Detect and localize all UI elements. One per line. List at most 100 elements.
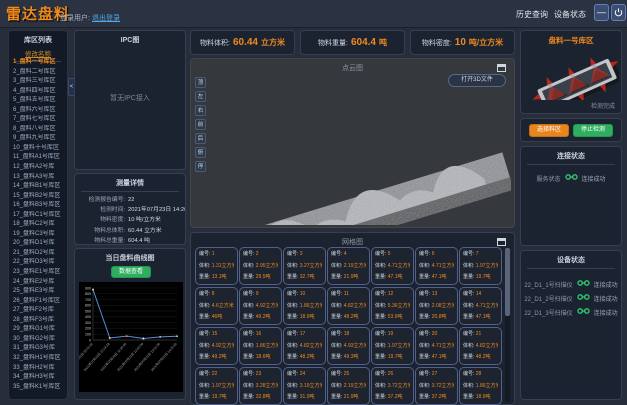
grid-cell[interactable]: 编号: 11 体积: 4.82立方米 重量: 48.2吨: [327, 287, 370, 325]
cell-weight-value: 19.7吨: [212, 394, 227, 400]
sidebar-item-warehouse[interactable]: 18_盘料C2号库: [9, 220, 67, 230]
grid-cell[interactable]: 编号: 20 体积: 4.71立方米 重量: 47.1吨: [415, 327, 458, 365]
grid-cell[interactable]: 编号: 9 体积: 4.92立方米 重量: 49.2吨: [239, 287, 282, 325]
cell-weight-label: 重量:: [243, 354, 254, 360]
grid-cell[interactable]: 编号: 3 体积: 3.27立方米 重量: 32.7吨: [283, 247, 326, 285]
grid-cell[interactable]: 编号: 25 体积: 2.19立方米 重量: 21.9吨: [327, 367, 370, 405]
sidebar-item-warehouse[interactable]: 35_盘料K1号库区: [9, 383, 67, 393]
view-control-button[interactable]: 俯: [195, 147, 206, 158]
grid-cell[interactable]: 编号: 12 体积: 5.36立方米 重量: 53.6吨: [371, 287, 414, 325]
sidebar-item-warehouse[interactable]: 16_盘料B3号库区: [9, 201, 67, 211]
cell-volume-value: 4.71立方米: [432, 343, 454, 349]
view-control-button[interactable]: 前: [195, 119, 206, 130]
grid-cell[interactable]: 编号: 16 体积: 1.86立方米 重量: 18.6吨: [239, 327, 282, 365]
maximize-icon[interactable]: [497, 64, 506, 72]
sidebar-item-warehouse[interactable]: 4_盘料四号库区: [9, 87, 67, 97]
cell-volume-value: 4.71立方米: [388, 263, 410, 269]
rename-link[interactable]: 修改名称: [9, 48, 67, 58]
view-control-button[interactable]: 后: [195, 133, 206, 144]
data-view-button[interactable]: 数据查看: [111, 266, 151, 278]
minimize-button[interactable]: —: [594, 4, 609, 21]
sidebar-item-warehouse[interactable]: 27_盘料F2号库: [9, 306, 67, 316]
sidebar-item-warehouse[interactable]: 26_盘料F1号库区: [9, 297, 67, 307]
grid-cell[interactable]: 编号: 14 体积: 4.71立方米 重量: 47.1吨: [459, 287, 502, 325]
cell-volume-label: 体积:: [199, 343, 210, 349]
grid-scrollbar[interactable]: [505, 248, 510, 402]
grid-cell[interactable]: 编号: 7 体积: 1.97立方米 重量: 19.7吨: [459, 247, 502, 285]
history-query-button[interactable]: 历史查询: [516, 9, 548, 20]
grid-cell[interactable]: 编号: 21 体积: 4.82立方米 重量: 48.2吨: [459, 327, 502, 365]
sidebar-item-warehouse[interactable]: 6_盘料六号库区: [9, 106, 67, 116]
grid-cell[interactable]: 编号: 24 体积: 3.19立方米 重量: 31.9吨: [283, 367, 326, 405]
sidebar-item-warehouse[interactable]: 9_盘料九号库区: [9, 134, 67, 144]
view-control-button[interactable]: 右: [195, 105, 206, 116]
point-cloud-image[interactable]: [211, 75, 511, 225]
grid-cell[interactable]: 编号: 18 体积: 4.93立方米 重量: 49.3吨: [327, 327, 370, 365]
sidebar-item-warehouse[interactable]: 23_盘料E1号库区: [9, 268, 67, 278]
grid-cell[interactable]: 编号: 27 体积: 3.72立方米 重量: 37.2吨: [415, 367, 458, 405]
sidebar-item-warehouse[interactable]: 34_盘料H3号库: [9, 373, 67, 383]
logout-link[interactable]: 退出登录: [92, 13, 120, 23]
sidebar-item-warehouse[interactable]: 8_盘料八号库区: [9, 125, 67, 135]
measure-detail-row: 物料密度: 10 吨/立方米: [75, 215, 185, 225]
sidebar-item-warehouse[interactable]: 7_盘料七号库区: [9, 115, 67, 125]
select-area-button[interactable]: 选择料区: [529, 124, 569, 137]
maximize-icon[interactable]: [497, 238, 506, 246]
cell-volume-value: 2.95立方米: [256, 263, 278, 269]
cell-volume-label: 体积:: [243, 303, 254, 309]
sidebar-item-warehouse[interactable]: 5_盘料五号库区: [9, 96, 67, 106]
sidebar-item-warehouse[interactable]: 33_盘料H2号库: [9, 364, 67, 374]
sidebar-item-warehouse[interactable]: 22_盘料D3号库: [9, 258, 67, 268]
sidebar-item-warehouse[interactable]: 2_盘料二号库区: [9, 68, 67, 78]
power-button[interactable]: [611, 4, 626, 21]
cell-id-value: 12: [388, 291, 394, 297]
measure-rows: 检测报告编号: 22 检测时间: 2021年07月23日 14:20:16 物料…: [75, 195, 185, 246]
view-control-button[interactable]: 停: [195, 161, 206, 172]
grid-cell[interactable]: 编号: 17 体积: 4.82立方米 重量: 48.2吨: [283, 327, 326, 365]
grid-cell[interactable]: 编号: 2 体积: 2.95立方米 重量: 29.5吨: [239, 247, 282, 285]
grid-cell[interactable]: 编号: 4 体积: 2.19立方米 重量: 21.9吨: [327, 247, 370, 285]
link-icon: [577, 307, 590, 317]
sidebar-item-warehouse[interactable]: 28_盘料F3号库: [9, 316, 67, 326]
grid-cell[interactable]: 编号: 15 体积: 4.92立方米 重量: 49.2吨: [195, 327, 238, 365]
grid-cell[interactable]: 编号: 10 体积: 1.86立方米 重量: 18.6吨: [283, 287, 326, 325]
cell-id-value: 6: [432, 251, 435, 257]
grid-cell[interactable]: 编号: 26 体积: 3.72立方米 重量: 37.2吨: [371, 367, 414, 405]
sidebar-item-warehouse[interactable]: 12_盘料A2号库: [9, 163, 67, 173]
grid-cell[interactable]: 编号: 1 体积: 1.31立方米 重量: 13.1吨: [195, 247, 238, 285]
grid-panel: 网格图 编号: 1 体积: 1.31立方米 重量: 13.1吨 编号: 2 体积…: [190, 232, 515, 405]
sidebar-item-warehouse[interactable]: 31_盘料G3号库: [9, 344, 67, 354]
grid-cell[interactable]: 编号: 23 体积: 3.28立方米 重量: 32.8吨: [239, 367, 282, 405]
sidebar-item-warehouse[interactable]: 19_盘料C3号库: [9, 230, 67, 240]
cell-volume-value: 1.97立方米: [388, 343, 410, 349]
sidebar-item-warehouse[interactable]: 3_盘料三号库区: [9, 77, 67, 87]
cell-volume-label: 体积:: [199, 303, 210, 309]
sidebar-item-warehouse[interactable]: 17_盘料C1号库区: [9, 211, 67, 221]
grid-cell[interactable]: 编号: 13 体积: 2.08立方米 重量: 20.8吨: [415, 287, 458, 325]
device-status-button[interactable]: 设备状态: [554, 9, 586, 20]
sidebar-item-warehouse[interactable]: 32_盘料H1号库区: [9, 354, 67, 364]
view-control-button[interactable]: 左: [195, 91, 206, 102]
view-control-button[interactable]: 顶: [195, 77, 206, 88]
grid-cell[interactable]: 编号: 22 体积: 1.97立方米 重量: 19.7吨: [195, 367, 238, 405]
sidebar-item-warehouse[interactable]: 15_盘料B2号库区: [9, 192, 67, 202]
sidebar-item-warehouse[interactable]: 24_盘料E2号库: [9, 278, 67, 288]
sidebar-item-warehouse[interactable]: 20_盘料D1号库: [9, 239, 67, 249]
sidebar-item-warehouse[interactable]: 13_盘料A3号库: [9, 173, 67, 183]
sidebar-item-warehouse[interactable]: 30_盘料G2号库: [9, 335, 67, 345]
sidebar-item-warehouse[interactable]: 21_盘料D2号库: [9, 249, 67, 259]
stop-detect-button[interactable]: 停止检测: [573, 124, 613, 137]
grid-cell[interactable]: 编号: 19 体积: 1.97立方米 重量: 19.7吨: [371, 327, 414, 365]
grid-cell[interactable]: 编号: 5 体积: 4.71立方米 重量: 47.1吨: [371, 247, 414, 285]
sidebar-item-warehouse[interactable]: 29_盘料G1号库: [9, 325, 67, 335]
grid-scrollbar-thumb[interactable]: [505, 248, 510, 316]
grid-cell[interactable]: 编号: 6 体积: 4.71立方米 重量: 47.1吨: [415, 247, 458, 285]
grid-cell[interactable]: 编号: 8 体积: 4.6立方米 重量: 46吨: [195, 287, 238, 325]
radar-inventory-app: 雷达盘料 登录用户: 退出登录 历史查询 设备状态 — 库区列表 修改名称 1_…: [0, 0, 627, 405]
sidebar-item-warehouse[interactable]: 14_盘料B1号库区: [9, 182, 67, 192]
sidebar-item-warehouse[interactable]: 10_盘料十号库区: [9, 144, 67, 154]
sidebar-item-warehouse[interactable]: 1_盘料一号库区: [9, 58, 67, 68]
grid-cell[interactable]: 编号: 28 体积: 1.86立方米 重量: 18.6吨: [459, 367, 502, 405]
sidebar-item-warehouse[interactable]: 25_盘料E3号库: [9, 287, 67, 297]
sidebar-item-warehouse[interactable]: 11_盘料A1号库区: [9, 153, 67, 163]
